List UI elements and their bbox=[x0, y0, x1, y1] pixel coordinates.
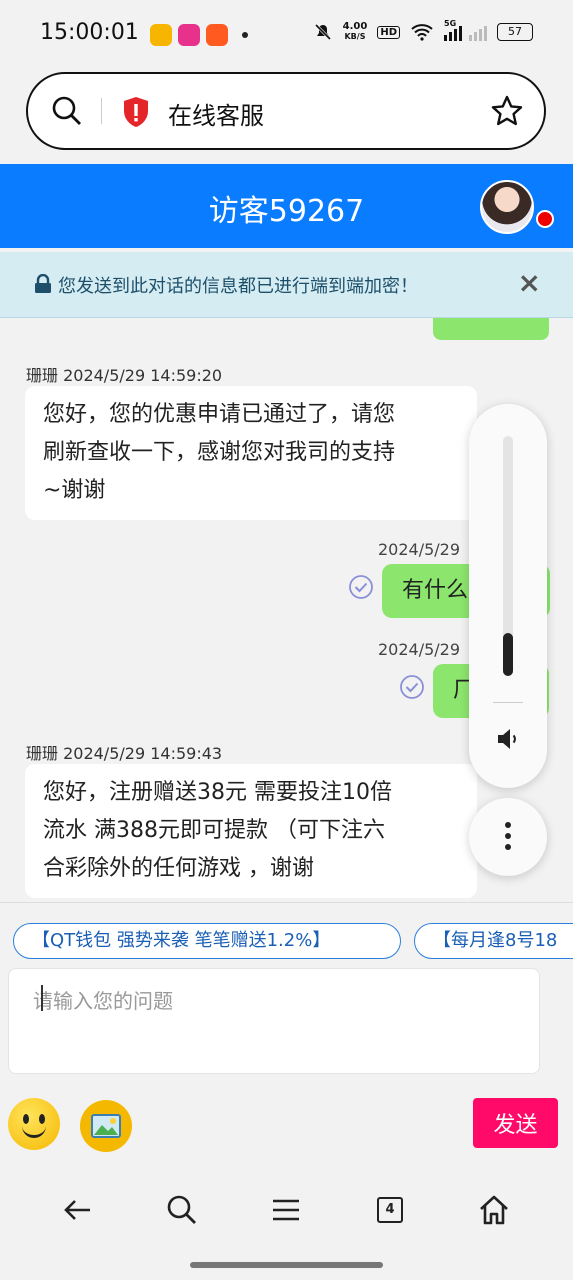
message-line: 合彩除外的任何游戏 ，谢谢 bbox=[43, 856, 314, 881]
message-line: 流水 满388元即可提款 （可下注六 bbox=[43, 818, 385, 843]
send-button[interactable]: 发送 bbox=[473, 1098, 558, 1148]
home-icon bbox=[480, 1195, 508, 1225]
message-input[interactable] bbox=[9, 969, 539, 1073]
more-options-button[interactable] bbox=[469, 798, 547, 876]
system-icons: 4.00 KB/S HD 5G 57 bbox=[313, 19, 533, 42]
battery-icon: 57 bbox=[497, 23, 533, 41]
page-title[interactable]: 在线客服 bbox=[168, 96, 264, 131]
menu-icon bbox=[273, 1199, 299, 1221]
back-button[interactable] bbox=[58, 1190, 98, 1230]
tab-count: 4 bbox=[377, 1197, 403, 1223]
close-icon[interactable]: × bbox=[518, 266, 541, 299]
message-bubble-partial[interactable] bbox=[433, 318, 549, 340]
speaker-icon[interactable] bbox=[495, 726, 521, 752]
promo-chip[interactable]: 【QT钱包 强势来袭 笔笔赠送1.2%】 bbox=[13, 923, 401, 959]
divider bbox=[101, 98, 102, 124]
nav-search-button[interactable] bbox=[162, 1190, 202, 1230]
mute-icon bbox=[314, 23, 331, 41]
shield-warning-icon[interactable] bbox=[122, 96, 150, 128]
volume-panel[interactable] bbox=[469, 404, 547, 788]
agent-avatar[interactable] bbox=[480, 180, 534, 234]
promo-chip[interactable]: 【每月逢8号18 bbox=[414, 923, 573, 959]
taobao-app-icon bbox=[206, 24, 228, 46]
message-line: 您好，注册赠送38元 需要投注10倍 bbox=[43, 780, 392, 805]
wifi-icon bbox=[411, 24, 433, 41]
read-check-icon bbox=[400, 675, 424, 699]
status-bar: 15:00:01 4.00 KB/S HD 5G 57 bbox=[0, 0, 573, 66]
hd-badge: HD bbox=[377, 25, 400, 39]
more-notifications-dot-icon bbox=[242, 32, 248, 38]
search-icon bbox=[167, 1195, 196, 1224]
volume-slider[interactable] bbox=[503, 436, 513, 676]
image-icon[interactable] bbox=[80, 1100, 132, 1152]
status-dot-icon bbox=[536, 210, 554, 228]
encryption-notice: 您发送到此对话的信息都已进行端到端加密！ × bbox=[0, 252, 573, 318]
message-line: 刷新查收一下，感谢您对我司的支持 bbox=[43, 440, 396, 465]
message-bubble[interactable]: 您好，注册赠送38元 需要投注10倍 流水 满388元即可提款 （可下注六 合彩… bbox=[25, 764, 477, 898]
home-button[interactable] bbox=[474, 1190, 514, 1230]
notice-text: 您发送到此对话的信息都已进行端到端加密！ bbox=[58, 276, 418, 297]
message-bubble[interactable]: 您好，您的优惠申请已通过了，请您 刷新查收一下，感谢您对我司的支持 ~谢谢 bbox=[25, 386, 477, 520]
text-caret bbox=[41, 985, 43, 1011]
message-time: 2024/5/29 bbox=[378, 640, 461, 659]
shopping-app-icon bbox=[178, 24, 200, 46]
read-check-icon bbox=[349, 575, 373, 599]
network-speed: 4.00 KB/S bbox=[342, 21, 368, 42]
divider bbox=[493, 702, 523, 703]
message-line: ~谢谢 bbox=[43, 478, 106, 503]
promo-strip[interactable]: 【QT钱包 强势来袭 笔笔赠送1.2%】 【每月逢8号18 bbox=[0, 902, 573, 974]
message-sender-time: 珊珊 2024/5/29 14:59:43 bbox=[26, 744, 223, 763]
notification-icons bbox=[150, 24, 248, 46]
input-toolbar: 发送 bbox=[0, 1090, 573, 1160]
signal-icon: 5G bbox=[444, 19, 487, 41]
message-input-container[interactable] bbox=[8, 968, 540, 1074]
chat-header: 访客59267 bbox=[0, 164, 573, 248]
message-line: 您好，您的优惠申请已通过了，请您 bbox=[43, 402, 396, 427]
status-time: 15:00:01 bbox=[40, 20, 139, 45]
bookmark-star-icon[interactable] bbox=[490, 94, 524, 128]
lock-icon bbox=[35, 274, 51, 293]
browser-address-bar[interactable]: 在线客服 bbox=[26, 72, 546, 150]
message-time: 2024/5/29 bbox=[378, 540, 461, 559]
more-vertical-icon bbox=[505, 822, 511, 850]
message-sender-time: 珊珊 2024/5/29 14:59:20 bbox=[26, 366, 223, 385]
gesture-bar[interactable] bbox=[190, 1262, 383, 1268]
emoji-icon[interactable] bbox=[8, 1098, 60, 1150]
mail-app-icon bbox=[150, 24, 172, 46]
volume-level-fill bbox=[503, 632, 513, 676]
tabs-button[interactable]: 4 bbox=[370, 1190, 410, 1230]
browser-bottom-nav: 4 bbox=[0, 1164, 573, 1280]
search-icon[interactable] bbox=[50, 94, 84, 128]
menu-button[interactable] bbox=[266, 1190, 306, 1230]
back-arrow-icon bbox=[64, 1200, 90, 1220]
